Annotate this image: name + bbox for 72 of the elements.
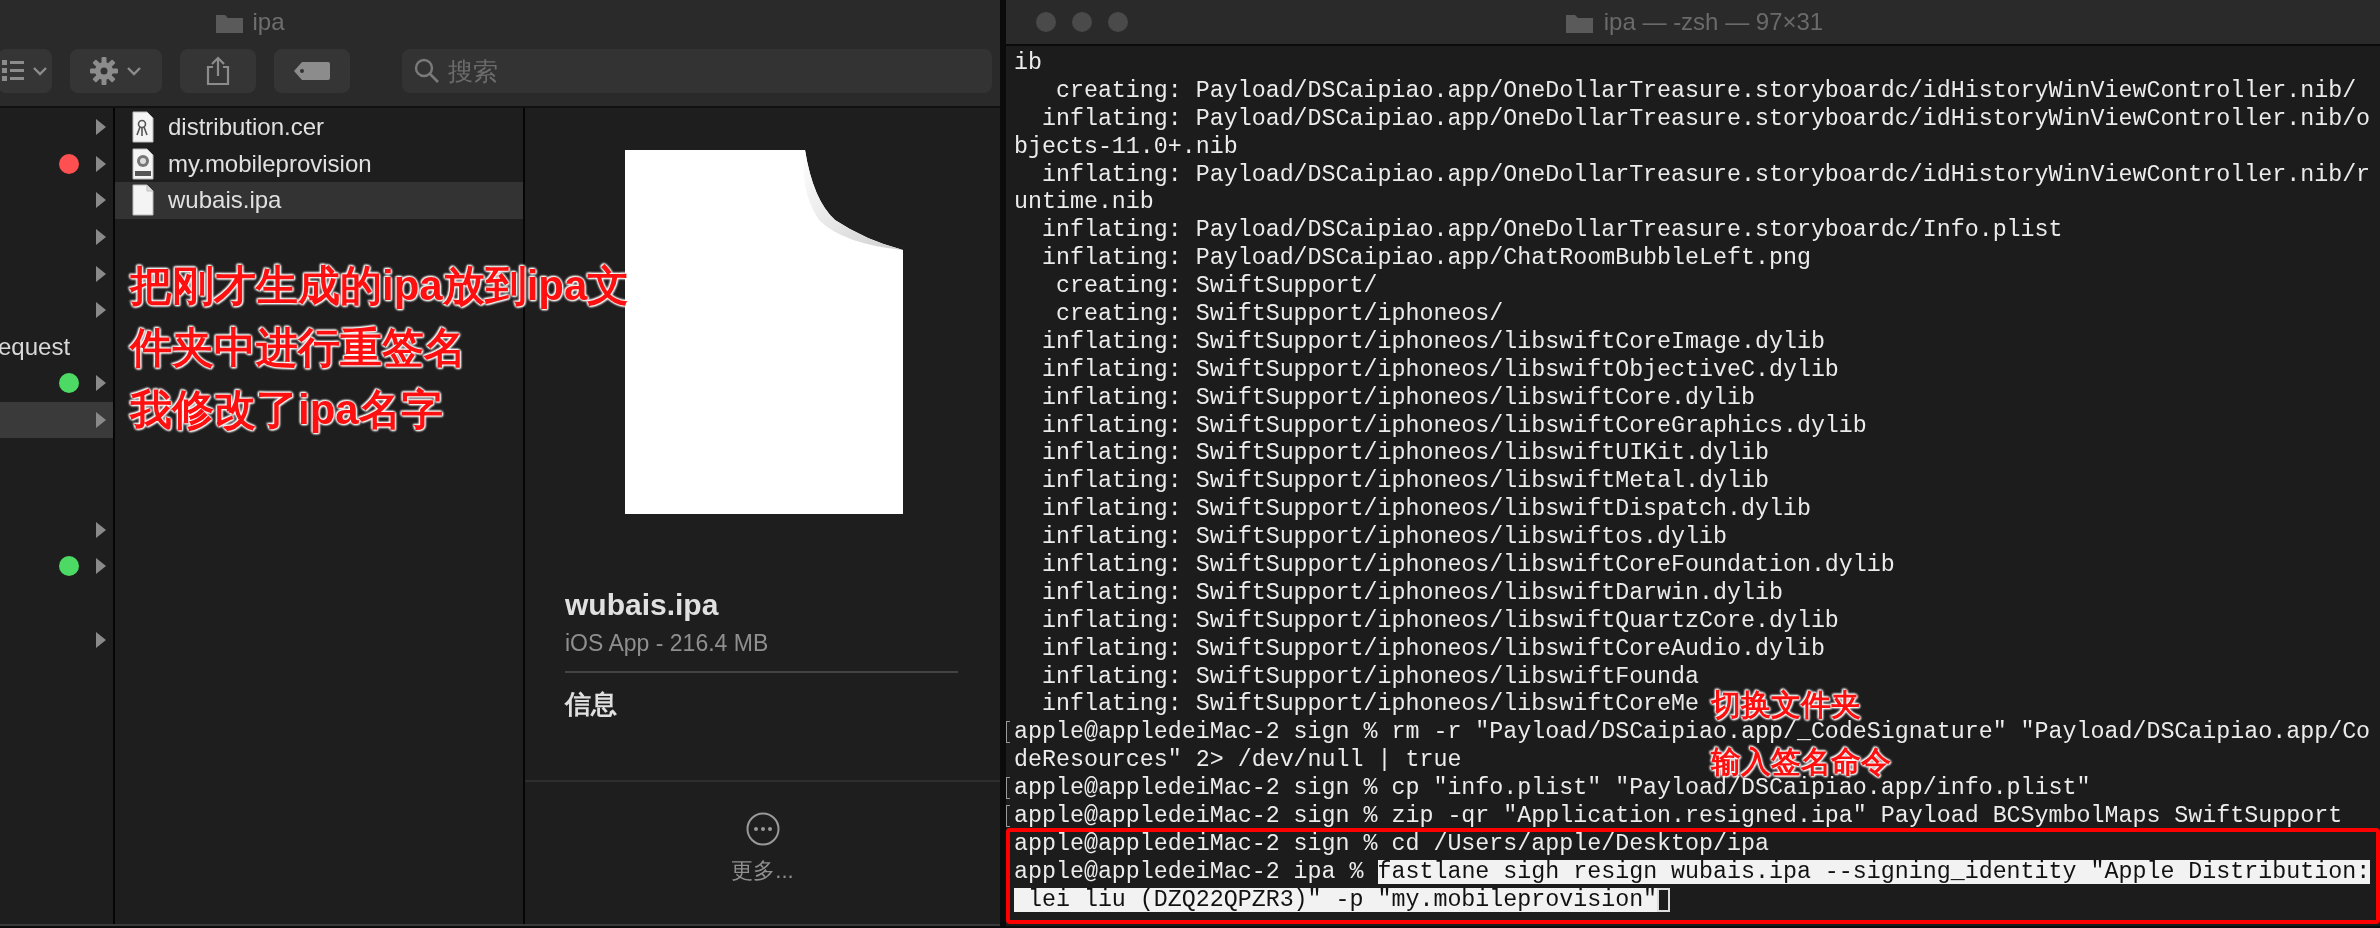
file-title: wubais.ipa bbox=[565, 588, 720, 622]
certificate-icon bbox=[132, 111, 154, 144]
disclosure-triangle-icon[interactable] bbox=[95, 264, 107, 283]
terminal-line: inflating: SwiftSupport/iphoneos/libswiftos.dylib bbox=[1040, 525, 1727, 550]
terminal-line: inflating: SwiftSupport/iphoneos/libswiftQuartzCore.dylib bbox=[1040, 608, 1839, 633]
terminal-line: apple@appledeiMac-2 sign % cp "info.plist" "Payload/DSCaipiao.app/info.plist" bbox=[1014, 776, 2091, 801]
terminal-line: apple@appledeiMac-2 sign % rm -r "Payload/DSCaipiao.app/_CodeSignature" "Payload/DSCaipiao.app/Co bbox=[1014, 720, 2371, 745]
document-icon bbox=[132, 184, 154, 217]
terminal-line: bjects-11.0+.nib bbox=[1014, 134, 1238, 159]
share-icon bbox=[206, 56, 230, 86]
disclosure-triangle-icon[interactable] bbox=[95, 374, 107, 393]
search-icon bbox=[414, 58, 440, 84]
action-button[interactable] bbox=[70, 49, 162, 93]
terminal-line: untime.nib bbox=[1014, 190, 1154, 215]
terminal-line: inflating: SwiftSupport/iphoneos/libswiftFounda bbox=[1040, 664, 1700, 689]
terminal-line: inflating: Payload/DSCaipiao.app/OneDollarTreasure.storyboardc/Info.plist bbox=[1040, 218, 2063, 243]
disclosure-triangle-icon[interactable] bbox=[95, 191, 107, 210]
annotation-text: 我修改了ipa名字 bbox=[130, 386, 444, 434]
section-heading: 信息 bbox=[565, 688, 618, 721]
terminal-line: inflating: SwiftSupport/iphoneos/libswiftCoreFoundation.dylib bbox=[1040, 552, 1895, 577]
annotation-text: 输入签名命令 bbox=[1711, 747, 1891, 777]
terminal-line: apple@appledeiMac-2 sign % cd /Users/apple/Desktop/ipa bbox=[1014, 831, 1769, 856]
disclosure-triangle-icon[interactable] bbox=[95, 228, 107, 247]
terminal-line: inflating: Payload/DSCaipiao.app/ChatRoomBubbleLeft.png bbox=[1040, 246, 1811, 271]
selected-text: fastlane sigh resign wubais.ipa --signing_identity "Apple Distribution: bbox=[1377, 859, 2371, 884]
file-subtitle: iOS App - 216.4 MB bbox=[565, 630, 770, 657]
list-view-icon bbox=[2, 58, 24, 84]
disclosure-triangle-icon[interactable] bbox=[95, 557, 107, 576]
tag-button[interactable] bbox=[274, 49, 350, 93]
terminal-line: creating: Payload/DSCaipiao.app/OneDollarTreasure.storyboardc/idHistoryWinViewController.nib/ bbox=[1054, 78, 2357, 103]
search-field[interactable]: 搜索 bbox=[402, 49, 992, 93]
caret-icon bbox=[32, 65, 48, 77]
view-button[interactable] bbox=[0, 49, 52, 93]
terminal-line: inflating: Payload/DSCaipiao.app/OneDollarTreasure.storyboardc/idHistoryWinViewController.nib/r bbox=[1040, 162, 2371, 187]
selected-text: lei liu (DZQ22QPZR3)" -p "my.mobileprovision" bbox=[1014, 887, 1658, 912]
terminal-line: inflating: SwiftSupport/iphoneos/libswiftDarwin.dylib bbox=[1040, 580, 1783, 605]
disclosure-triangle-icon[interactable] bbox=[95, 520, 107, 539]
disclosure-triangle-icon[interactable] bbox=[95, 630, 107, 649]
terminal-line: inflating: SwiftSupport/iphoneos/libswiftMetal.dylib bbox=[1040, 469, 1769, 494]
disclosure-triangle-icon[interactable] bbox=[95, 301, 107, 320]
caret-icon bbox=[126, 65, 142, 77]
terminal-line: apple@appledeiMac-2 ipa % bbox=[1014, 859, 1365, 884]
terminal-line: inflating: SwiftSupport/iphoneos/libswiftCoreGraphics.dylib bbox=[1040, 413, 1867, 438]
terminal-line: inflating: SwiftSupport/iphoneos/libswiftCore.dylib bbox=[1040, 385, 1755, 410]
terminal-line: inflating: SwiftSupport/iphoneos/libswiftCoreAudio.dylib bbox=[1040, 636, 1825, 661]
tag-icon bbox=[294, 62, 330, 80]
terminal-line: inflating: SwiftSupport/iphoneos/libswiftCoreMe bbox=[1040, 692, 1700, 717]
terminal-line: deResources" 2> /dev/null | true bbox=[1014, 748, 1462, 773]
ellipsis-icon bbox=[745, 812, 780, 846]
terminal-line: creating: SwiftSupport/ bbox=[1054, 274, 1378, 299]
terminal-line: inflating: SwiftSupport/iphoneos/libswiftObjectiveC.dylib bbox=[1040, 357, 1839, 382]
file-row[interactable]: distribution.cer bbox=[115, 109, 523, 146]
disclosure-triangle-icon[interactable] bbox=[95, 411, 107, 430]
annotation-text: 切换文件夹 bbox=[1711, 690, 1861, 720]
terminal-line: inflating: Payload/DSCaipiao.app/OneDollarTreasure.storyboardc/idHistoryWinViewController.nib/o bbox=[1040, 106, 2371, 131]
file-row[interactable]: wubais.ipa bbox=[115, 182, 523, 219]
window-title: ipa — -zsh — 97×31 bbox=[1603, 8, 1824, 36]
disclosure-triangle-icon[interactable] bbox=[95, 118, 107, 137]
settings-icon bbox=[90, 57, 118, 85]
more-button[interactable]: 更多... bbox=[731, 812, 794, 886]
terminal-line: creating: SwiftSupport/iphoneos/ bbox=[1054, 301, 1504, 326]
disclosure-triangle-icon[interactable] bbox=[95, 154, 107, 173]
provision-file-icon bbox=[132, 147, 154, 180]
share-button[interactable] bbox=[180, 49, 256, 93]
terminal-line: inflating: SwiftSupport/iphoneos/libswiftCoreImage.dylib bbox=[1040, 329, 1825, 354]
terminal-line: inflating: SwiftSupport/iphoneos/libswiftDispatch.dylib bbox=[1040, 497, 1811, 522]
file-row[interactable]: my.mobileprovision bbox=[115, 145, 523, 183]
terminal-line: inflating: SwiftSupport/iphoneos/libswiftUIKit.dylib bbox=[1040, 441, 1769, 466]
window-title: ipa bbox=[252, 8, 285, 36]
annotation-text: 件夹中进行重签名 bbox=[130, 324, 467, 372]
terminal-line: ib bbox=[1014, 50, 1042, 75]
terminal-line: apple@appledeiMac-2 sign % zip -qr "Application.resigned.ipa" Payload BCSymbolMaps SwiftSupport bbox=[1014, 804, 2343, 828]
